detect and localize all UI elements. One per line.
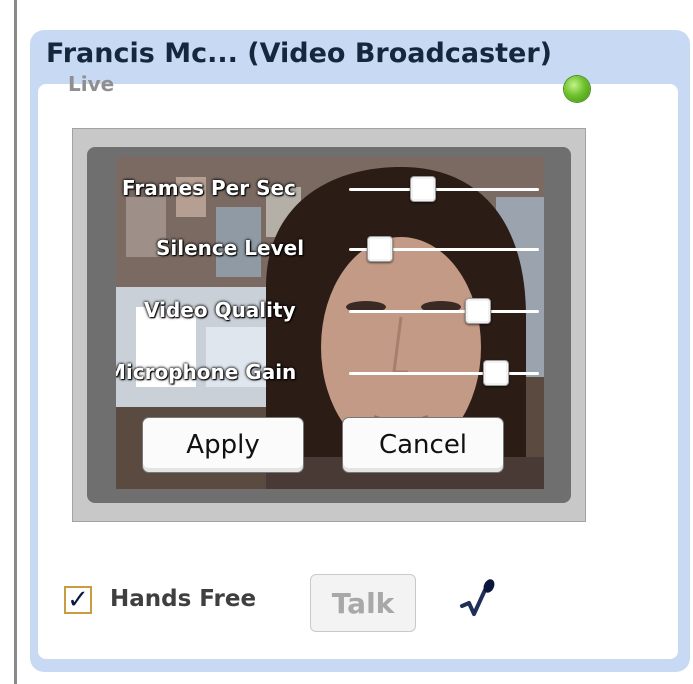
checkmark-icon: ✓ [67,585,89,615]
frames-per-sec-slider-thumb[interactable] [410,176,436,202]
silence-level-slider-thumb[interactable] [367,236,393,262]
talk-button[interactable]: Talk [310,574,416,632]
silence-level-label: Silence Level [156,236,305,260]
live-indicator-icon [564,76,590,102]
panel-title: Francis Mc... (Video Broadcaster) [46,38,553,69]
video-quality-slider-thumb[interactable] [465,298,491,324]
video-controls-overlay: Frames Per Sec Silence Level Video Quali… [87,147,571,503]
microphone-gain-slider[interactable] [349,372,539,375]
cancel-button[interactable]: Cancel [342,417,504,473]
window-edge-divider [14,0,17,684]
apply-button[interactable]: Apply [142,417,304,473]
video-quality-slider[interactable] [349,310,539,313]
microphone-gain-label: Microphone Gain [116,360,297,384]
frames-per-sec-label: Frames Per Sec [122,176,296,200]
hands-free-label: Hands Free [110,586,257,612]
microphone-icon[interactable] [458,578,504,622]
microphone-gain-slider-thumb[interactable] [483,360,509,386]
video-quality-label: Video Quality [144,298,296,322]
hands-free-checkbox[interactable]: ✓ [64,586,92,614]
video-frame: Frames Per Sec Silence Level Video Quali… [72,128,586,522]
video-feed: Frames Per Sec Silence Level Video Quali… [116,157,544,489]
frames-per-sec-slider[interactable] [349,188,539,191]
live-status-label: Live [68,72,115,96]
